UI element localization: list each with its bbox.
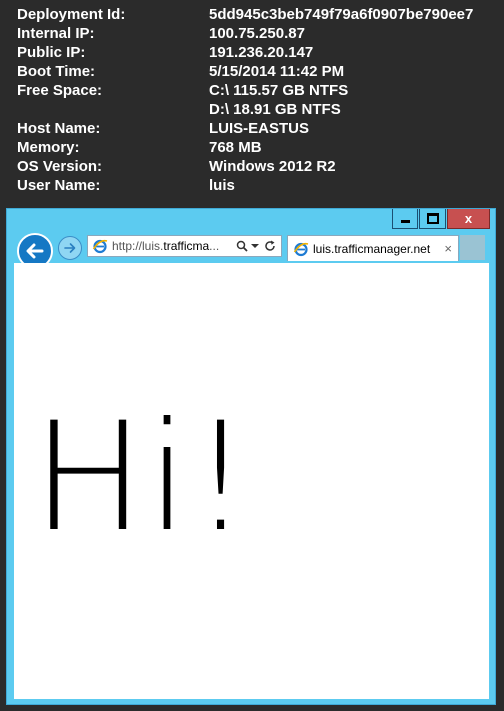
- minimize-button[interactable]: [392, 209, 418, 229]
- greeting-text: Hi!: [32, 391, 253, 565]
- info-value: 768 MB: [209, 139, 262, 156]
- info-label: OS Version:: [17, 158, 103, 175]
- refresh-icon[interactable]: [264, 240, 276, 252]
- browser-window: x http://luis.trafficma... luis.trafficm…: [6, 208, 496, 705]
- info-value: 191.236.20.147: [209, 44, 314, 61]
- info-value: LUIS-EASTUS: [209, 120, 310, 137]
- info-row-user-name: User Name: luis: [17, 176, 473, 195]
- info-label: [17, 100, 209, 119]
- info-value: luis: [209, 177, 235, 194]
- address-url-ellipsis: ...: [209, 239, 220, 253]
- info-row-free-space-c: Free Space: C:\ 115.57 GB NTFS: [17, 81, 473, 100]
- info-row-internal-ip: Internal IP: 100.75.250.87: [17, 24, 473, 43]
- info-label: User Name:: [17, 177, 101, 194]
- tab-close-icon[interactable]: ×: [444, 241, 452, 256]
- back-arrow-icon: [26, 243, 44, 259]
- info-row-free-space-d: D:\ 18.91 GB NTFS: [17, 100, 473, 119]
- info-label: Deployment Id:: [17, 6, 126, 23]
- address-url-domain: trafficma: [163, 239, 210, 253]
- close-window-button[interactable]: x: [447, 209, 490, 229]
- search-icon[interactable]: [236, 240, 248, 252]
- info-value: 100.75.250.87: [209, 25, 305, 42]
- maximize-icon: [426, 213, 439, 224]
- forward-button[interactable]: [58, 236, 82, 260]
- info-row-boot-time: Boot Time: 5/15/2014 11:42 PM: [17, 62, 473, 81]
- info-value: 5/15/2014 11:42 PM: [209, 63, 345, 80]
- info-label: Memory:: [17, 139, 80, 156]
- ie-tab-icon: [293, 241, 309, 257]
- new-tab-button[interactable]: [460, 235, 485, 260]
- maximize-button[interactable]: [419, 209, 446, 229]
- info-label: Public IP:: [17, 44, 86, 61]
- info-label: Free Space:: [17, 82, 103, 99]
- info-row-os-version: OS Version: Windows 2012 R2: [17, 157, 473, 176]
- info-value: Windows 2012 R2: [209, 158, 336, 175]
- browser-tab[interactable]: luis.trafficmanager.net ×: [287, 235, 459, 261]
- minimize-icon: [400, 220, 410, 223]
- ie-page-icon: [92, 238, 108, 254]
- address-url: http://luis.trafficma...: [112, 239, 230, 253]
- info-value: 5dd945c3beb749f79a6f0907be790ee7: [209, 6, 474, 23]
- info-row-deployment-id: Deployment Id: 5dd945c3beb749f79a6f0907b…: [17, 5, 473, 24]
- info-label: Internal IP:: [17, 25, 95, 42]
- forward-arrow-icon: [64, 243, 76, 253]
- info-label: Host Name:: [17, 120, 101, 137]
- address-bar[interactable]: http://luis.trafficma...: [87, 235, 282, 257]
- info-value: D:\ 18.91 GB NTFS: [209, 101, 341, 118]
- info-label: Boot Time:: [17, 63, 96, 80]
- address-url-prefix: http://luis.: [112, 239, 164, 253]
- info-value: C:\ 115.57 GB NTFS: [209, 82, 349, 99]
- info-row-public-ip: Public IP: 191.236.20.147: [17, 43, 473, 62]
- info-row-memory: Memory: 768 MB: [17, 138, 473, 157]
- info-row-host-name: Host Name: LUIS-EASTUS: [17, 119, 473, 138]
- dropdown-arrow-icon[interactable]: [251, 243, 259, 249]
- page-content: Hi!: [14, 263, 489, 699]
- tab-title: luis.trafficmanager.net: [313, 241, 431, 256]
- system-info-panel: Deployment Id: 5dd945c3beb749f79a6f0907b…: [17, 5, 473, 195]
